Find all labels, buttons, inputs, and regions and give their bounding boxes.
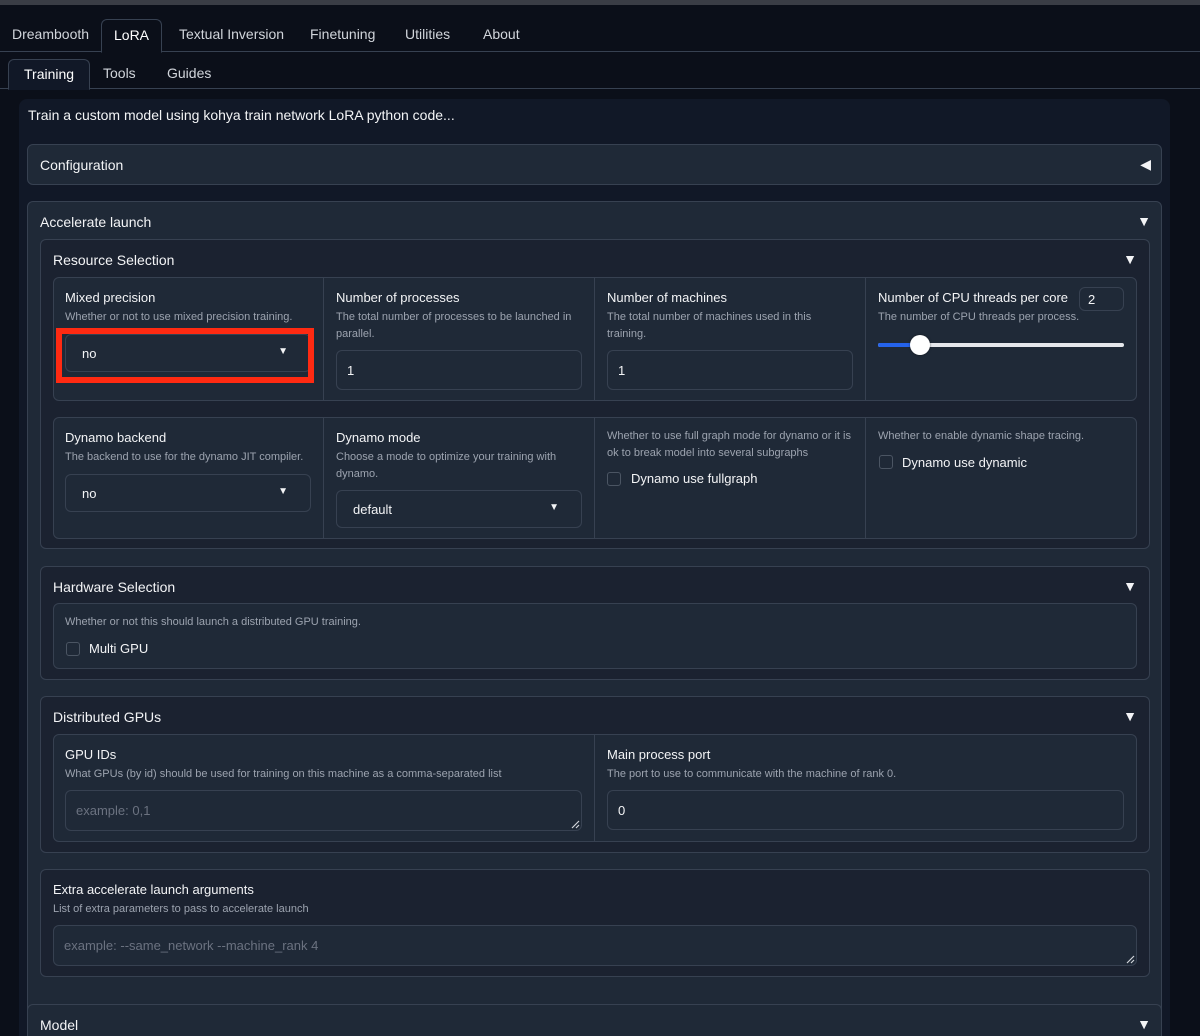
num-processes-label: Number of processes — [336, 290, 460, 305]
tab-utilities[interactable]: Utilities — [393, 19, 462, 52]
num-machines-label: Number of machines — [607, 290, 727, 305]
window-top-strip — [0, 0, 1200, 5]
tab-tools[interactable]: Tools — [91, 59, 148, 89]
tab-dreambooth[interactable]: Dreambooth — [0, 19, 101, 52]
chevron-down-icon: ▼ — [549, 502, 559, 513]
gpu-ids-input[interactable] — [65, 790, 582, 831]
tab-about[interactable]: About — [471, 19, 532, 52]
main-port-desc: The port to use to communicate with the … — [607, 768, 897, 780]
expand-arrow-icon[interactable]: ▼ — [1123, 578, 1137, 594]
dynamo-backend-label: Dynamo backend — [65, 430, 167, 445]
dynamo-mode-value: default — [353, 502, 393, 517]
main-tab-bar: Dreambooth LoRA Textual Inversion Finetu… — [0, 19, 1200, 53]
tab-lora[interactable]: LoRA — [101, 19, 163, 53]
collapse-arrow-icon[interactable]: ◀ — [1140, 156, 1151, 173]
num-processes-desc: The total number of processes to be laun… — [336, 311, 572, 340]
gpu-ids-desc: What GPUs (by id) should be used for tra… — [65, 768, 502, 780]
resize-handle-icon[interactable] — [1125, 954, 1135, 964]
cpu-threads-desc: The number of CPU threads per process. — [878, 311, 1080, 323]
configuration-accordion[interactable]: Configuration ◀ — [27, 144, 1162, 185]
dynamo-dynamic-desc: Whether to enable dynamic shape tracing. — [878, 430, 1085, 442]
dynamo-backend-select[interactable]: no ▼ — [65, 474, 311, 512]
cpu-threads-slider[interactable] — [878, 335, 1124, 355]
expand-arrow-icon[interactable]: ▼ — [1123, 251, 1137, 267]
dynamo-backend-desc: The backend to use for the dynamo JIT co… — [65, 451, 304, 463]
dynamo-dynamic-label[interactable]: Dynamo use dynamic — [902, 455, 1027, 470]
distributed-gpus-title[interactable]: Distributed GPUs — [53, 709, 161, 725]
gpu-ids-label: GPU IDs — [65, 747, 117, 762]
multi-gpu-cell — [53, 603, 1137, 669]
num-machines-input[interactable] — [607, 350, 853, 390]
multi-gpu-label[interactable]: Multi GPU — [89, 641, 148, 656]
chevron-down-icon: ▼ — [278, 486, 288, 497]
tab-guides[interactable]: Guides — [155, 59, 223, 89]
model-title: Model — [40, 1017, 79, 1033]
cpu-threads-number-input[interactable] — [1079, 287, 1124, 311]
expand-arrow-icon[interactable]: ▼ — [1137, 213, 1151, 229]
hardware-selection-title[interactable]: Hardware Selection — [53, 579, 175, 595]
extra-args-desc: List of extra parameters to pass to acce… — [53, 903, 309, 915]
configuration-title: Configuration — [40, 157, 124, 173]
cpu-threads-label: Number of CPU threads per core — [878, 290, 1069, 305]
num-machines-desc: The total number of machines used in thi… — [607, 311, 812, 340]
model-accordion[interactable]: Model ▼ — [27, 1004, 1162, 1036]
dynamo-fullgraph-label[interactable]: Dynamo use fullgraph — [631, 471, 757, 486]
dynamo-mode-label: Dynamo mode — [336, 430, 421, 445]
mixed-precision-desc: Whether or not to use mixed precision tr… — [65, 311, 293, 323]
dynamo-fullgraph-desc: Whether to use full graph mode for dynam… — [607, 430, 851, 459]
dynamo-dynamic-checkbox[interactable] — [879, 455, 893, 469]
intro-text: Train a custom model using kohya train n… — [28, 107, 455, 123]
extra-args-input[interactable] — [53, 925, 1137, 966]
resize-handle-icon[interactable] — [570, 819, 580, 829]
expand-arrow-icon[interactable]: ▼ — [1123, 708, 1137, 724]
main-port-input[interactable] — [607, 790, 1124, 830]
mixed-precision-label: Mixed precision — [65, 290, 156, 305]
expand-arrow-icon[interactable]: ▼ — [1137, 1016, 1151, 1032]
resource-selection-title[interactable]: Resource Selection — [53, 252, 174, 268]
sub-tab-bar: Training Tools Guides — [0, 59, 1200, 90]
tab-training[interactable]: Training — [8, 59, 91, 90]
dynamo-backend-value: no — [82, 486, 97, 501]
main-port-label: Main process port — [607, 747, 711, 762]
multi-gpu-checkbox[interactable] — [66, 642, 80, 656]
tab-textual-inversion[interactable]: Textual Inversion — [167, 19, 296, 52]
dynamo-fullgraph-checkbox[interactable] — [607, 472, 621, 486]
slider-thumb[interactable] — [909, 335, 930, 355]
tab-finetuning[interactable]: Finetuning — [298, 19, 387, 52]
dynamo-mode-select[interactable]: default ▼ — [336, 490, 582, 528]
extra-args-label: Extra accelerate launch arguments — [53, 882, 254, 897]
num-processes-input[interactable] — [336, 350, 582, 390]
dynamo-mode-desc: Choose a mode to optimize your training … — [336, 451, 557, 480]
highlight-box — [56, 328, 314, 383]
multi-gpu-desc: Whether or not this should launch a dist… — [65, 616, 361, 628]
accelerate-launch-title[interactable]: Accelerate launch — [40, 214, 151, 230]
